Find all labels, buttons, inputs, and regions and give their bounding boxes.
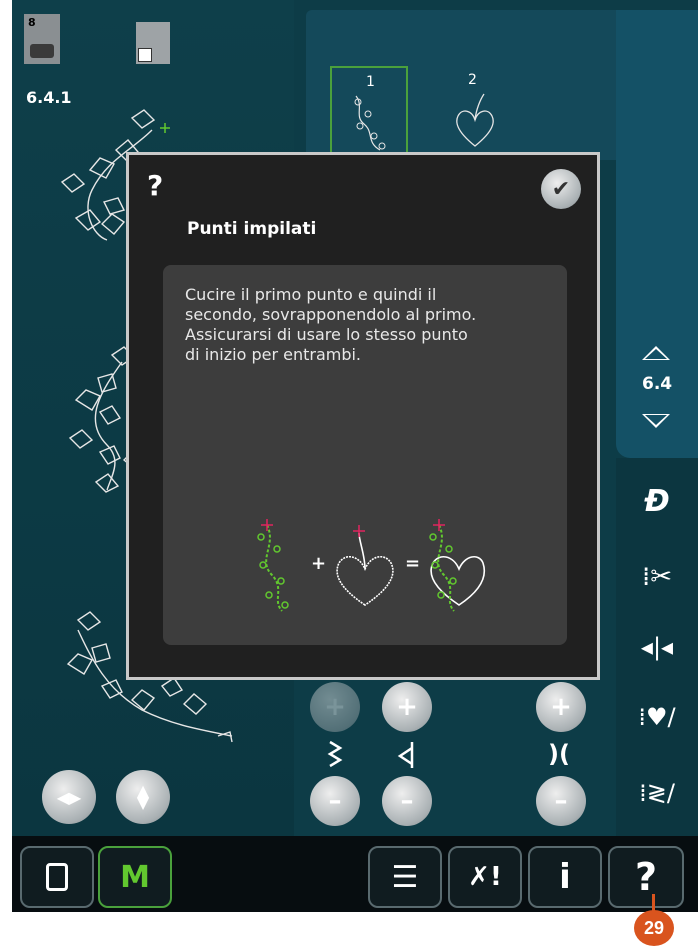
dialog-body: Cucire il primo punto e quindi il second…	[163, 265, 567, 645]
stitch-item-number: 1	[366, 74, 375, 90]
mirror-tool-button[interactable]: ◂|◂	[624, 616, 690, 678]
stitch-item[interactable]: 2	[434, 66, 512, 160]
tools-icon: ✗!	[468, 862, 502, 892]
density-icon: )(	[548, 740, 570, 768]
info-icon: i	[559, 857, 571, 897]
stitch-position-icon	[397, 742, 414, 768]
stacked-stitches-illustration: + =	[247, 515, 487, 615]
mirror-end-icon: ▲ ▼	[136, 781, 150, 812]
menu-button[interactable]: ☰	[368, 846, 442, 908]
tapering-icon: Ɖ	[644, 483, 670, 519]
equals-sign: =	[405, 553, 421, 574]
sequence-button[interactable]: ⁞♥∕	[624, 686, 690, 748]
plus-button[interactable]: +	[382, 682, 432, 732]
zigzag-width-icon	[327, 740, 343, 768]
cut-button[interactable]: ⁞✂	[624, 546, 690, 608]
stitch-item-selected[interactable]: 1	[330, 66, 408, 160]
machine-screen: 8 6.4.1 ◀▶ ▲ ▼ 1 2 6.4 Ɖ ⁞✂ ◂|◂ ⁞♥∕ ⁞≷∕ …	[12, 0, 698, 912]
stitch-combination-diagram	[257, 519, 486, 612]
minus-button[interactable]: –	[536, 776, 586, 826]
menu-icon: ☰	[391, 859, 419, 895]
sewing-mode-button[interactable]	[20, 846, 94, 908]
mirror-icon: ◂|◂	[640, 633, 674, 661]
dialog-help-symbol: ?	[147, 169, 164, 202]
help-dialog: ? ✔ Punti impilati Cucire il primo punto…	[126, 152, 600, 680]
stitch-menu-scroller: 6.4	[616, 10, 698, 458]
tapering-button[interactable]: Ɖ	[624, 470, 690, 532]
heart-stitch-icon	[456, 93, 494, 147]
stitch-item-number: 2	[468, 72, 477, 88]
dialog-text: Cucire il primo punto e quindi il second…	[185, 285, 477, 364]
plus-sign: +	[311, 553, 327, 574]
callout-badge: 29	[634, 910, 674, 946]
stitch-mode-button[interactable]: M	[98, 846, 172, 908]
stitch-options-icon: ⁞≷∕	[639, 779, 675, 807]
square-icon	[46, 863, 68, 891]
stitch-options-button[interactable]: ⁞≷∕	[624, 762, 690, 824]
minus-button[interactable]: –	[310, 776, 360, 826]
mirror-end-button[interactable]: ▲ ▼	[116, 770, 170, 824]
dialog-title: Punti impilati	[187, 219, 317, 239]
mirror-side-icon: ◀▶	[56, 787, 82, 807]
help-icon: ?	[634, 855, 658, 899]
ok-check-icon: ✔	[551, 176, 571, 202]
plus-button-disabled[interactable]: +	[310, 682, 360, 732]
floral-stitch-icon	[354, 95, 386, 151]
help-button[interactable]: ?	[608, 846, 684, 908]
cut-icon: ⁞✂	[641, 562, 673, 592]
settings-button[interactable]: ✗!	[448, 846, 522, 908]
plus-button[interactable]: +	[536, 682, 586, 732]
mirror-side-button[interactable]: ◀▶	[42, 770, 96, 824]
sequence-icon: ⁞♥∕	[638, 703, 676, 731]
minus-button[interactable]: –	[382, 776, 432, 826]
ok-button[interactable]: ✔	[541, 169, 581, 209]
callout-number: 29	[643, 917, 665, 938]
menu-number: 6.4	[642, 374, 673, 394]
info-button[interactable]: i	[528, 846, 602, 908]
m-icon: M	[120, 859, 150, 895]
stitch-selection-menu: 1 2	[306, 10, 616, 160]
